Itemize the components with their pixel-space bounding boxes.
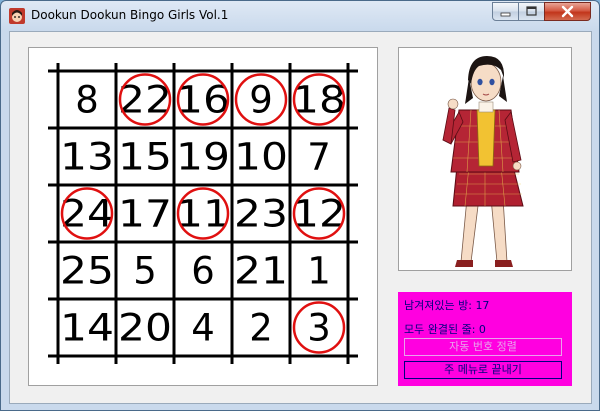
bingo-cell[interactable]: 10: [232, 128, 290, 185]
maximize-icon: [526, 6, 537, 16]
bingo-cell[interactable]: 15: [116, 128, 174, 185]
bingo-cell[interactable]: 3: [290, 299, 348, 356]
bingo-cell[interactable]: 22: [116, 71, 174, 128]
bingo-cell-number: 21: [234, 250, 288, 293]
close-icon: [561, 5, 574, 18]
window-title: Dookun Dookun Bingo Girls Vol.1: [31, 8, 229, 22]
bingo-cell-number: 17: [118, 193, 172, 236]
completed-lines-readout: 모두 완결된 줄: 0: [404, 321, 486, 337]
bingo-cell[interactable]: 8: [58, 71, 116, 128]
bingo-cell[interactable]: 17: [116, 185, 174, 242]
bingo-cell[interactable]: 11: [174, 185, 232, 242]
character-picture-panel: [398, 47, 572, 271]
title-bar[interactable]: Dookun Dookun Bingo Girls Vol.1: [1, 1, 599, 31]
girl-face-icon: [9, 8, 25, 24]
window-bottom-frame: [1, 404, 599, 410]
bingo-cell-number: 7: [307, 136, 331, 179]
bingo-cell[interactable]: 25: [58, 242, 116, 299]
bingo-cell-number: 6: [191, 250, 215, 293]
bingo-cell-number: 1: [307, 250, 331, 293]
bingo-cell-number: 4: [191, 307, 215, 350]
exit-to-main-menu-button[interactable]: 주 메뉴로 끝내기: [404, 361, 562, 379]
bingo-cell-number: 20: [118, 307, 172, 350]
bingo-cell-number: 10: [234, 136, 288, 179]
bingo-cell-number: 19: [176, 136, 230, 179]
status-panel: 남겨져있는 방: 17 모두 완결된 줄: 0 자동 번호 정렬 주 메뉴로 끝…: [398, 292, 572, 386]
bingo-cell[interactable]: 14: [58, 299, 116, 356]
bingo-cell-number: 2: [249, 307, 273, 350]
bingo-cell-number: 23: [234, 193, 288, 236]
bingo-board-panel: 8 22 16 9 18 13 15 19 10 7 24 17 11 23 12 25 5 6 21 1 14 20 4 2…: [28, 47, 378, 386]
bingo-cell[interactable]: 23: [232, 185, 290, 242]
bingo-cell-number: 5: [133, 250, 157, 293]
minimize-button[interactable]: [492, 2, 519, 21]
bingo-cell[interactable]: 6: [174, 242, 232, 299]
bingo-cell[interactable]: 13: [58, 128, 116, 185]
bingo-cell[interactable]: 19: [174, 128, 232, 185]
bingo-cell[interactable]: 2: [232, 299, 290, 356]
remaining-cells-label: 남겨져있는 방:: [404, 299, 472, 312]
character-illustration: [399, 48, 571, 270]
bingo-cell[interactable]: 4: [174, 299, 232, 356]
bingo-cell-number: 13: [60, 136, 114, 179]
bingo-cell-number: 9: [249, 79, 273, 122]
remaining-cells-readout: 남겨져있는 방: 17: [404, 297, 489, 313]
minimize-icon: [500, 12, 511, 17]
game-window: Dookun Dookun Bingo Girls Vol.1 8 22 16 9 18…: [0, 0, 600, 411]
bingo-board[interactable]: 8 22 16 9 1813 15 19 10 724 17 11 23 1225 5 6 21 114 20 4 2…: [29, 48, 377, 385]
bingo-cell[interactable]: 21: [232, 242, 290, 299]
bingo-cell[interactable]: 18: [290, 71, 348, 128]
bingo-cell-number: 3: [307, 307, 331, 350]
bingo-cell[interactable]: 16: [174, 71, 232, 128]
bingo-cell[interactable]: 7: [290, 128, 348, 185]
bingo-cell[interactable]: 9: [232, 71, 290, 128]
bingo-cell[interactable]: 5: [116, 242, 174, 299]
close-button[interactable]: [544, 2, 591, 21]
bingo-cell-number: 8: [75, 79, 99, 122]
bingo-cell-number: 25: [60, 250, 114, 293]
remaining-cells-value: 17: [475, 299, 490, 312]
completed-lines-label: 모두 완결된 줄:: [404, 323, 476, 336]
maximize-button[interactable]: [518, 2, 545, 21]
bingo-cell-number: 15: [118, 136, 172, 179]
bingo-cell-number: 14: [60, 307, 114, 350]
auto-arrange-button[interactable]: 자동 번호 정렬: [404, 338, 562, 356]
client-area: 8 22 16 9 18 13 15 19 10 7 24 17 11 23 12 25 5 6 21 1 14 20 4 2…: [9, 31, 592, 404]
bingo-cell[interactable]: 12: [290, 185, 348, 242]
bingo-cell[interactable]: 1: [290, 242, 348, 299]
bingo-cell[interactable]: 24: [58, 185, 116, 242]
completed-lines-value: 0: [478, 323, 486, 336]
bingo-cell[interactable]: 20: [116, 299, 174, 356]
